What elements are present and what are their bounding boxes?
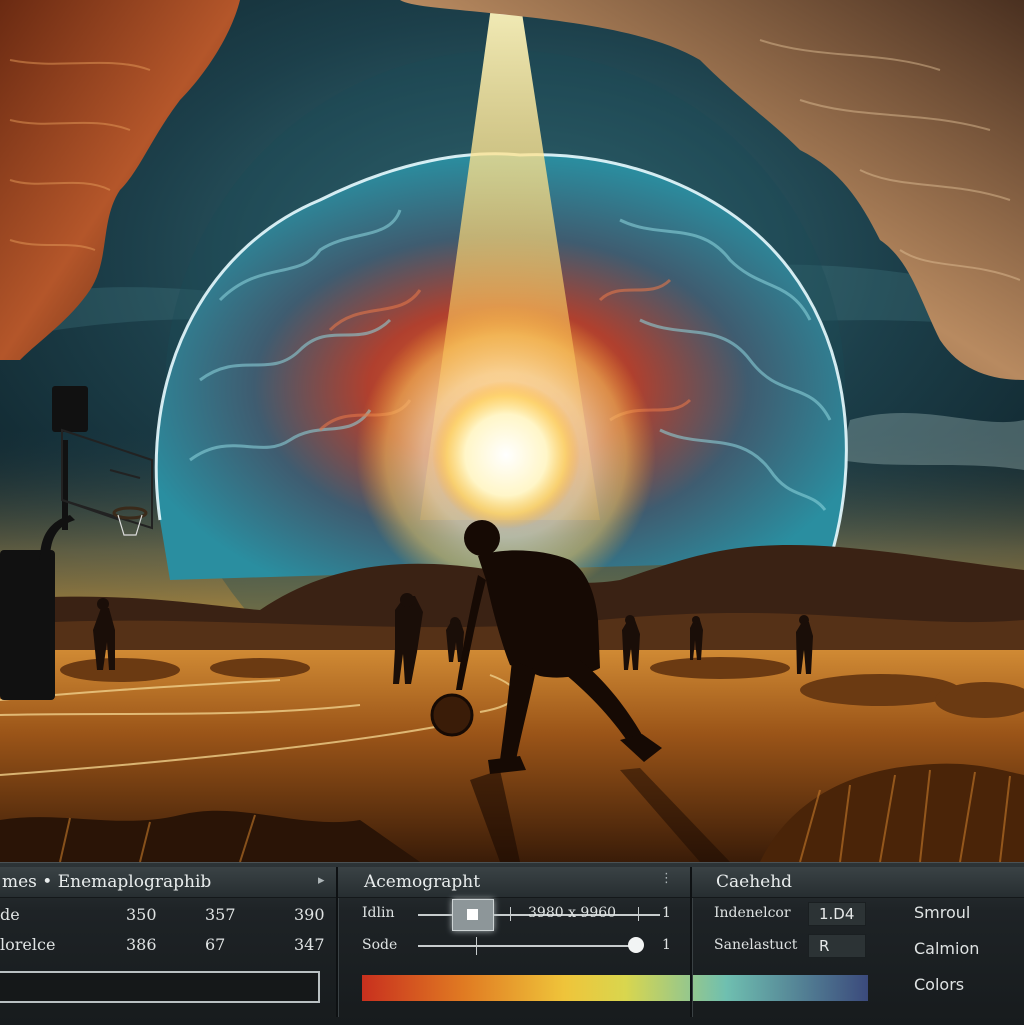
properties-section: mes • Enemaplographib ▸ de 350 357 390 l… [0, 863, 336, 1025]
field1-input[interactable]: 1.D4 [808, 902, 866, 926]
row-value: 390 [294, 905, 325, 924]
row-value: 350 [126, 905, 157, 924]
cached-section: Caehehd Indenelcor 1.D4 Sanelastuct R Sm… [692, 863, 1024, 1025]
tick [510, 907, 511, 921]
properties-header[interactable]: mes • Enemaplographib ▸ [0, 867, 336, 898]
row-value: 386 [126, 935, 157, 954]
tick [638, 907, 639, 921]
tick [476, 937, 477, 955]
option-calmion[interactable]: Calmion [914, 939, 979, 958]
size-slider-thumb[interactable] [628, 937, 644, 953]
row-value: 347 [294, 935, 325, 954]
drag-handle-icon[interactable]: ⋮ [660, 871, 673, 886]
chevron-right-icon[interactable]: ▸ [318, 873, 325, 888]
cached-title: Caehehd [716, 872, 793, 892]
properties-title: mes • Enemaplographib [2, 872, 212, 892]
field1-label: Indenelcor [714, 905, 791, 921]
acemograph-title: Acemographt [364, 872, 481, 892]
row-label: lorelce [0, 935, 56, 954]
cached-header[interactable]: Caehehd [692, 867, 1024, 898]
width-slider-thumb[interactable] [452, 899, 494, 931]
acemograph-section: Acemographt ⋮ Idlin 3980 x 9960 1 Sode 1 [338, 863, 868, 1025]
size-slider-track[interactable] [418, 945, 640, 947]
size-end: 1 [662, 937, 671, 953]
field2-input[interactable]: R [808, 934, 866, 958]
row-value: 67 [205, 935, 226, 954]
text-input[interactable] [0, 971, 320, 1003]
width-value: 3980 x 9960 [528, 905, 617, 921]
row-label: de [0, 905, 20, 924]
row-value: 357 [205, 905, 236, 924]
field2-value: R [819, 937, 830, 955]
editor-panel: mes • Enemaplographib ▸ de 350 357 390 l… [0, 862, 1024, 1025]
field2-label: Sanelastuct [714, 937, 798, 953]
acemograph-header[interactable]: Acemographt ⋮ [338, 867, 690, 898]
width-label: Idlin [362, 905, 395, 921]
size-label: Sode [362, 937, 398, 953]
width-end: 1 [662, 905, 671, 921]
field1-value: 1.D4 [819, 905, 855, 923]
option-colors[interactable]: Colors [914, 975, 964, 994]
artwork-scene [0, 0, 1024, 862]
option-smroul[interactable]: Smroul [914, 903, 970, 922]
